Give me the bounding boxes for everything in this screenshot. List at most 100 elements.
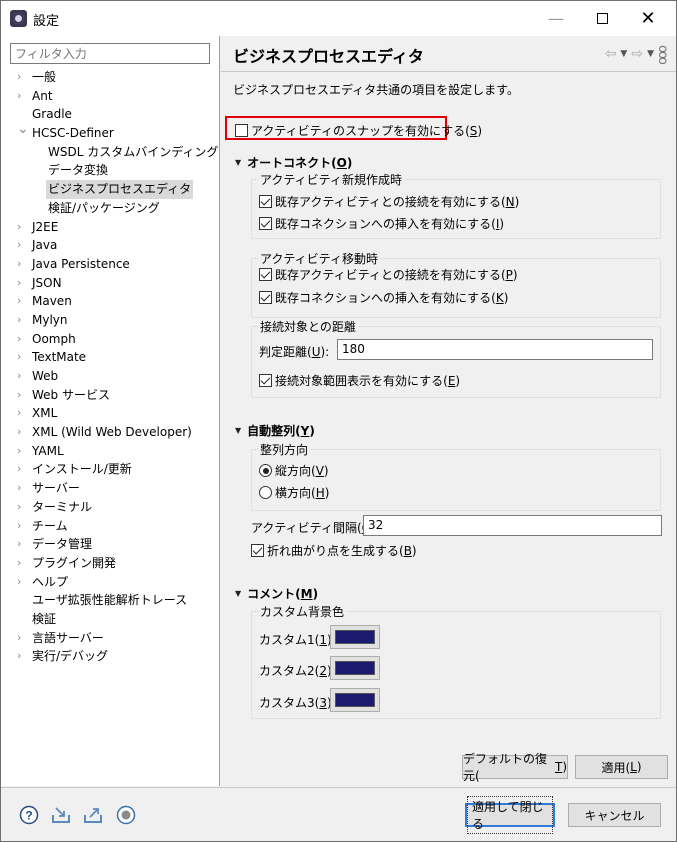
autoalign-section-toggle[interactable]: ▼ 自動整列(Y) — [235, 422, 315, 439]
maximize-button[interactable] — [579, 1, 625, 36]
tree-item[interactable]: › Ant — [1, 87, 220, 106]
tree-item[interactable]: ⌄ HCSC-Definer — [1, 121, 220, 143]
chevron-right-icon[interactable]: › — [17, 498, 27, 517]
tree-item[interactable]: › 一般 — [1, 68, 220, 87]
custom1-color-button[interactable] — [330, 625, 380, 649]
tree-item[interactable]: › YAML — [1, 442, 220, 461]
chevron-right-icon[interactable]: › — [17, 68, 27, 87]
horizontal-radio[interactable]: 横方向(H) — [259, 484, 329, 501]
close-button[interactable]: ✕ — [625, 1, 671, 36]
show-range-checkbox[interactable]: 接続対象範囲表示を有効にする(E) — [259, 372, 460, 389]
chevron-right-icon[interactable]: › — [17, 647, 27, 666]
chevron-right-icon[interactable]: › — [17, 348, 27, 367]
checkbox-checked[interactable] — [259, 217, 272, 230]
tree-item[interactable]: 検証 — [1, 610, 220, 629]
tree-item[interactable]: › 言語サーバー — [1, 629, 220, 648]
chevron-right-icon[interactable]: › — [17, 535, 27, 554]
custom2-color-button[interactable] — [330, 656, 380, 680]
chevron-right-icon[interactable]: › — [17, 554, 27, 573]
tree-item[interactable]: › Web — [1, 367, 220, 386]
chevron-right-icon[interactable]: › — [17, 292, 27, 311]
tree-item[interactable]: › Maven — [1, 292, 220, 311]
vertical-radio[interactable]: 縦方向(V) — [259, 462, 329, 479]
tree-item[interactable]: ビジネスプロセスエディタ — [1, 180, 220, 199]
record-icon[interactable] — [116, 805, 136, 825]
back-dropdown-icon[interactable]: ▼ — [620, 49, 627, 59]
tree-item[interactable]: › J2EE — [1, 218, 220, 237]
tree-item[interactable]: › 実行/デバッグ — [1, 647, 220, 666]
autoconnect-section-toggle[interactable]: ▼ オートコネクト(O) — [235, 154, 352, 171]
checkbox-checked[interactable] — [259, 195, 272, 208]
tree-item[interactable]: WSDL カスタムバインディング — [1, 143, 220, 162]
checkbox-checked[interactable] — [251, 544, 264, 557]
new-insert-checkbox[interactable]: 既存コネクションへの挿入を有効にする(I) — [259, 215, 504, 232]
move-insert-checkbox[interactable]: 既存コネクションへの挿入を有効にする(K) — [259, 289, 508, 306]
chevron-right-icon[interactable]: › — [17, 218, 27, 237]
chevron-right-icon[interactable]: › — [17, 311, 27, 330]
chevron-right-icon[interactable]: › — [17, 330, 27, 349]
spacing-input[interactable]: 32 — [363, 515, 662, 536]
chevron-right-icon[interactable]: › — [17, 386, 27, 405]
tree-item[interactable]: › プラグイン開発 — [1, 554, 220, 573]
chevron-right-icon[interactable]: › — [17, 629, 27, 648]
move-connect-checkbox[interactable]: 既存アクティビティとの接続を有効にする(P) — [259, 266, 518, 283]
new-connect-checkbox[interactable]: 既存アクティビティとの接続を有効にする(N) — [259, 193, 519, 210]
chevron-right-icon[interactable]: › — [17, 573, 27, 592]
tree-item[interactable]: › サーバー — [1, 479, 220, 498]
tree-item[interactable]: › XML — [1, 404, 220, 423]
radio-unselected[interactable] — [259, 486, 272, 499]
bend-point-checkbox[interactable]: 折れ曲がり点を生成する(B) — [251, 542, 417, 559]
cancel-button[interactable]: キャンセル — [568, 803, 661, 827]
tree-item[interactable]: ユーザ拡張性能解析トレース — [1, 591, 220, 610]
checkbox-checked[interactable] — [259, 374, 272, 387]
snap-checkbox[interactable]: アクティビティのスナップを有効にする(S) — [235, 122, 482, 139]
chevron-right-icon[interactable]: › — [17, 367, 27, 386]
radio-selected[interactable] — [259, 464, 272, 477]
apply-and-close-button[interactable]: 適用して閉じる — [465, 796, 555, 834]
back-arrow-icon[interactable]: ⇦ — [605, 46, 617, 62]
tree-item[interactable]: › データ管理 — [1, 535, 220, 554]
filter-input[interactable] — [10, 43, 210, 64]
export-icon[interactable] — [83, 805, 103, 825]
tree-item[interactable]: データ変換 — [1, 161, 220, 180]
chevron-right-icon[interactable]: › — [17, 479, 27, 498]
tree-item[interactable]: › インストール/更新 — [1, 460, 220, 479]
chevron-right-icon[interactable]: › — [17, 255, 27, 274]
chevron-right-icon[interactable]: › — [17, 274, 27, 293]
tree-item[interactable]: › Java Persistence — [1, 255, 220, 274]
help-icon[interactable]: ? — [19, 805, 39, 825]
apply-button[interactable]: 適用(L) — [575, 755, 668, 779]
minimize-button[interactable]: — — [533, 1, 579, 36]
distance-input[interactable]: 180 — [337, 339, 653, 360]
import-icon[interactable] — [51, 805, 71, 825]
comment-section-toggle[interactable]: ▼ コメント(M) — [235, 585, 318, 602]
tree-item[interactable]: › XML (Wild Web Developer) — [1, 423, 220, 442]
chevron-right-icon[interactable]: › — [17, 460, 27, 479]
chevron-right-icon[interactable]: › — [17, 87, 27, 106]
snap-checkbox-box[interactable] — [235, 124, 248, 137]
tree-item[interactable]: › ヘルプ — [1, 573, 220, 592]
forward-arrow-icon[interactable]: ⇨ — [631, 46, 643, 62]
tree-item[interactable]: › Web サービス — [1, 386, 220, 405]
view-menu-icon[interactable]: ooo — [655, 45, 670, 63]
chevron-right-icon[interactable]: › — [17, 404, 27, 423]
tree-item[interactable]: › TextMate — [1, 348, 220, 367]
chevron-right-icon[interactable]: › — [17, 517, 27, 536]
tree-item[interactable]: › JSON — [1, 274, 220, 293]
tree-item[interactable]: › Oomph — [1, 330, 220, 349]
custom3-color-button[interactable] — [330, 688, 380, 712]
tree-item[interactable]: › チーム — [1, 517, 220, 536]
chevron-right-icon[interactable]: › — [17, 236, 27, 255]
tree-item[interactable]: › Java — [1, 236, 220, 255]
tree-item[interactable]: › ターミナル — [1, 498, 220, 517]
tree-item[interactable]: Gradle — [1, 105, 220, 124]
chevron-down-icon[interactable]: ⌄ — [17, 120, 29, 139]
chevron-right-icon[interactable]: › — [17, 442, 27, 461]
checkbox-checked[interactable] — [259, 268, 272, 281]
restore-defaults-button[interactable]: デフォルトの復元(T) — [462, 752, 568, 783]
chevron-right-icon[interactable]: › — [17, 423, 27, 442]
tree-item[interactable]: 検証/パッケージング — [1, 199, 220, 218]
checkbox-checked[interactable] — [259, 291, 272, 304]
forward-dropdown-icon[interactable]: ▼ — [647, 49, 654, 59]
tree-item[interactable]: › Mylyn — [1, 311, 220, 330]
